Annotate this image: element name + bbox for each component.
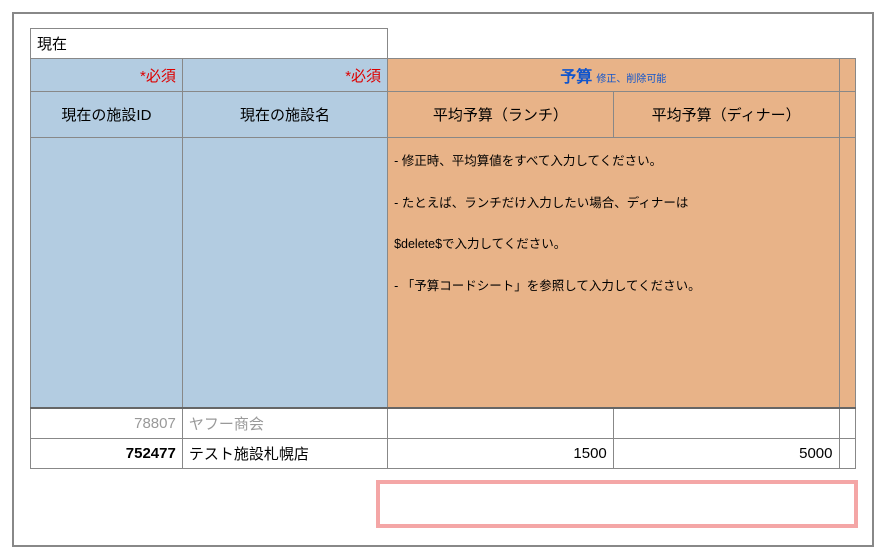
header-blank: [388, 29, 856, 59]
table-row: 752477 テスト施設札幌店 1500 5000: [31, 438, 856, 468]
column-label-row: 現在の施設ID 現在の施設名 平均予算（ランチ） 平均予算（ディナー）: [31, 92, 856, 138]
cell-lunch[interactable]: 1500: [388, 438, 614, 468]
cell-dinner[interactable]: [613, 408, 839, 439]
col-avg-dinner: 平均予算（ディナー）: [613, 92, 839, 138]
spacer-cell: [839, 408, 856, 439]
required-mark-name: *必須: [182, 59, 387, 92]
instruction-row: - 修正時、平均算値をすべて入力してください。 - たとえば、ランチだけ入力した…: [31, 138, 856, 408]
header-current-label: 現在: [31, 29, 388, 59]
spacer-cell: [839, 438, 856, 468]
col-facility-name: 現在の施設名: [182, 92, 387, 138]
col-facility-id: 現在の施設ID: [31, 92, 183, 138]
cell-lunch[interactable]: [388, 408, 614, 439]
budget-title: 予算: [560, 69, 592, 86]
header-row-required: *必須 *必須 予算 修正、削除可能: [31, 59, 856, 92]
budget-subtitle: 修正、削除可能: [596, 74, 666, 85]
note-line-3: $delete$で入力してください。: [394, 231, 828, 259]
cell-name[interactable]: テスト施設札幌店: [182, 438, 387, 468]
cell-name[interactable]: ヤフー商会: [182, 408, 387, 439]
col-avg-lunch: 平均予算（ランチ）: [388, 92, 614, 138]
spreadsheet-frame: 現在 *必須 *必須 予算 修正、削除可能 現在の施設ID 現在の施設名 平均予…: [12, 12, 874, 547]
cell-id[interactable]: 752477: [31, 438, 183, 468]
spacer-cell: [839, 92, 856, 138]
note-blank-id: [31, 138, 183, 408]
spacer-cell: [839, 59, 856, 92]
cell-id[interactable]: 78807: [31, 408, 183, 439]
cell-dinner[interactable]: 5000: [613, 438, 839, 468]
note-line-1: - 修正時、平均算値をすべて入力してください。: [394, 148, 828, 176]
note-line-2: - たとえば、ランチだけ入力したい場合、ディナーは: [394, 190, 828, 218]
instruction-text: - 修正時、平均算値をすべて入力してください。 - たとえば、ランチだけ入力した…: [388, 138, 839, 408]
required-mark-id: *必須: [31, 59, 183, 92]
spacer-cell: [839, 138, 856, 408]
budget-header: 予算 修正、削除可能: [388, 59, 839, 92]
note-line-4: - 「予算コードシート」を参照して入力してください。: [394, 273, 828, 301]
header-row-current: 現在: [31, 29, 856, 59]
table-row: 78807 ヤフー商会: [31, 408, 856, 439]
highlight-box: [376, 480, 858, 528]
budget-table: 現在 *必須 *必須 予算 修正、削除可能 現在の施設ID 現在の施設名 平均予…: [30, 28, 856, 469]
note-blank-name: [182, 138, 387, 408]
